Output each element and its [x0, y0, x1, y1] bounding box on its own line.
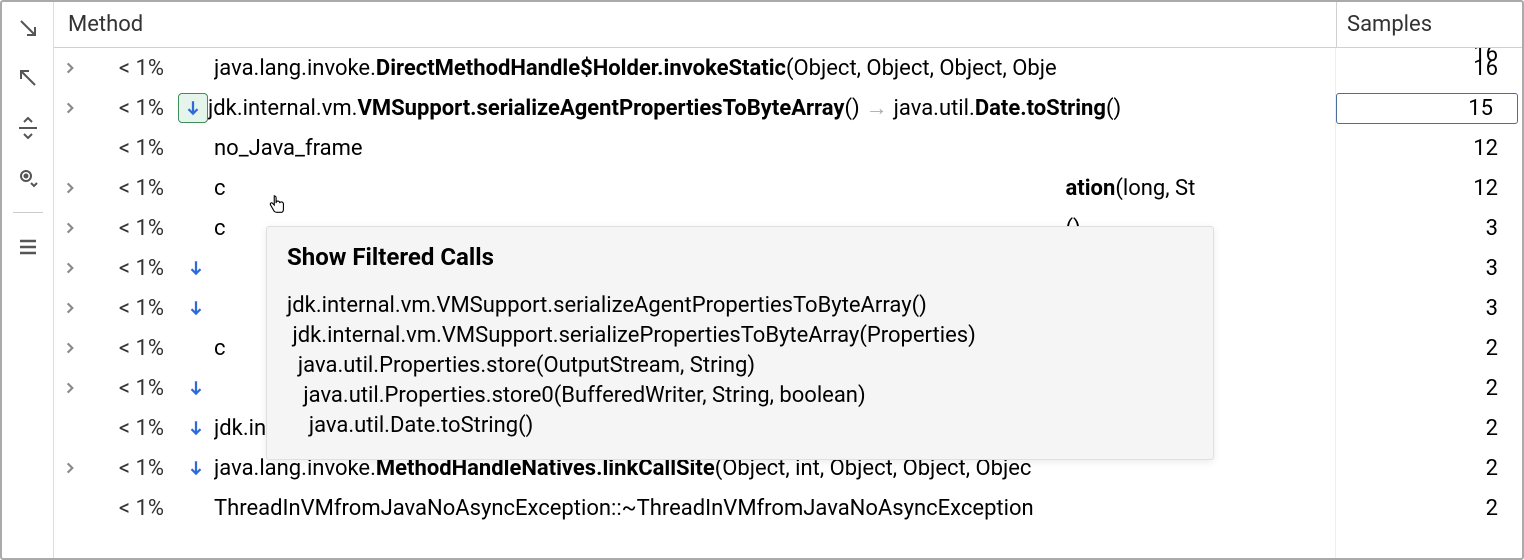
column-separator: [1335, 48, 1336, 558]
expand-chevron-icon[interactable]: [54, 181, 86, 195]
visibility-icon[interactable]: [10, 160, 46, 196]
table-body: 16 < 1% java.lang.invoke.DirectMethodHand…: [54, 48, 1522, 558]
filtered-calls-tooltip: Show Filtered Calls jdk.internal.vm.VMSu…: [266, 226, 1214, 460]
row-percentage: < 1%: [86, 336, 178, 361]
header-samples[interactable]: Samples: [1336, 2, 1522, 47]
collapsed-frames-icon[interactable]: [178, 93, 208, 123]
expand-chevron-icon[interactable]: [54, 461, 86, 475]
table-row[interactable]: < 1% ThreadInVMfromJavaNoAsyncException::…: [54, 488, 1522, 528]
row-samples: 3: [1336, 216, 1522, 241]
left-toolbar: [2, 2, 54, 558]
clipped-sample-value: 16: [1473, 48, 1498, 67]
table-header: Method Samples: [54, 2, 1522, 48]
expand-chevron-icon[interactable]: [54, 221, 86, 235]
row-samples: 2: [1336, 456, 1522, 481]
method-signature: java.lang.invoke.DirectMethodHandle$Hold…: [214, 56, 1336, 81]
menu-icon[interactable]: [10, 229, 46, 265]
row-samples: 2: [1336, 416, 1522, 441]
collapsed-frames-icon[interactable]: [178, 419, 214, 437]
table-row[interactable]: < 1% java.lang.invoke.DirectMethodHandle$…: [54, 48, 1522, 88]
row-samples: 12: [1336, 176, 1522, 201]
pointer-cursor-icon: [266, 194, 288, 222]
row-percentage: < 1%: [86, 136, 178, 161]
row-percentage: < 1%: [86, 496, 178, 521]
toolbar-divider: [13, 212, 43, 213]
collapsed-frames-icon[interactable]: [178, 259, 214, 277]
collapsed-frames-icon[interactable]: [178, 299, 214, 317]
row-percentage: < 1%: [86, 416, 178, 441]
row-percentage: < 1%: [86, 176, 178, 201]
expand-chevron-icon[interactable]: [54, 381, 86, 395]
table-row[interactable]: < 1% no_Java_frame12: [54, 128, 1522, 168]
method-signature: ThreadInVMfromJavaNoAsyncException::~Thr…: [214, 496, 1336, 521]
expand-chevron-icon[interactable]: [54, 301, 86, 315]
row-percentage: < 1%: [86, 256, 178, 281]
tooltip-line: java.util.Date.toString(): [287, 411, 1193, 441]
row-percentage: < 1%: [86, 216, 178, 241]
method-signature: jdk.internal.vm.VMSupport.serializeAgent…: [208, 95, 1336, 121]
row-samples: 3: [1336, 256, 1522, 281]
row-percentage: < 1%: [86, 456, 178, 481]
row-percentage: < 1%: [86, 376, 178, 401]
header-method[interactable]: Method: [54, 2, 1336, 47]
tooltip-line: jdk.internal.vm.VMSupport.serializeAgent…: [287, 291, 1193, 321]
row-samples: 2: [1336, 496, 1522, 521]
split-horizontal-icon[interactable]: [10, 110, 46, 146]
row-samples: 2: [1336, 376, 1522, 401]
row-percentage: < 1%: [86, 296, 178, 321]
tooltip-line: java.util.Properties.store0(BufferedWrit…: [287, 381, 1193, 411]
expand-chevron-icon[interactable]: [54, 341, 86, 355]
tooltip-line: java.util.Properties.store(OutputStream,…: [287, 351, 1193, 381]
collapsed-frames-icon[interactable]: [178, 379, 214, 397]
collapsed-frames-icon[interactable]: [178, 459, 214, 477]
row-samples: 3: [1336, 296, 1522, 321]
expand-chevron-icon[interactable]: [54, 261, 86, 275]
expand-down-icon[interactable]: [10, 10, 46, 46]
row-samples: 2: [1336, 336, 1522, 361]
method-signature: no_Java_frame: [214, 136, 1336, 161]
row-samples: 12: [1336, 136, 1522, 161]
row-percentage: < 1%: [86, 96, 178, 121]
row-samples: 15: [1336, 93, 1518, 124]
table-row[interactable]: < 1% jdk.internal.vm.VMSupport.serializeA…: [54, 88, 1522, 128]
expand-chevron-icon[interactable]: [54, 61, 86, 75]
expand-chevron-icon[interactable]: [54, 101, 86, 115]
collapse-up-icon[interactable]: [10, 60, 46, 96]
tooltip-title: Show Filtered Calls: [287, 243, 1193, 271]
row-percentage: < 1%: [86, 56, 178, 81]
method-signature: cation(long, St: [214, 176, 1336, 201]
tooltip-line: jdk.internal.vm.VMSupport.serializePrope…: [287, 321, 1193, 351]
